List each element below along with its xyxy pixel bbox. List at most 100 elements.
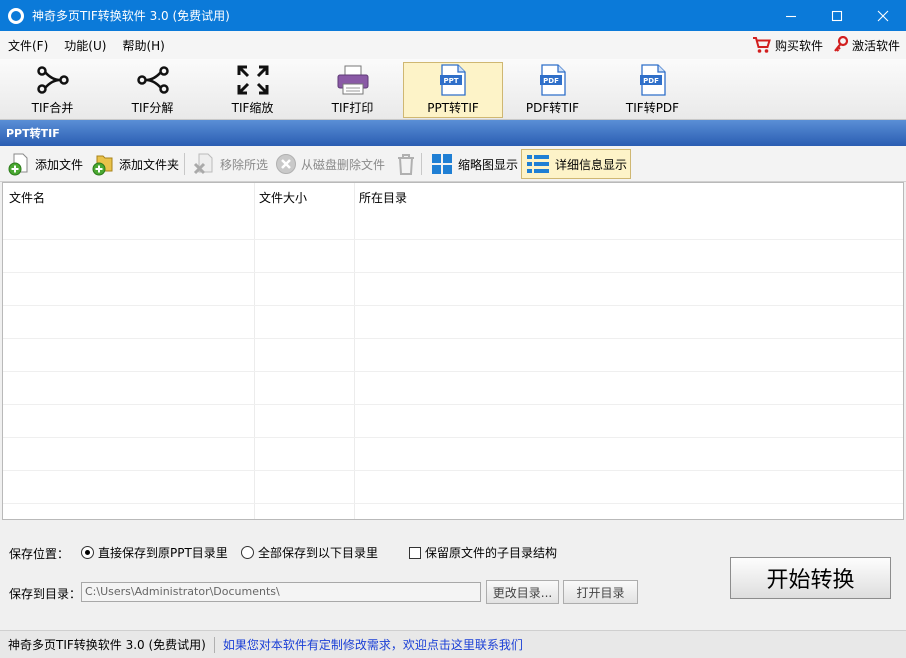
radio-save-original-label: 直接保存到原PPT目录里 — [98, 546, 228, 560]
radio-save-original[interactable]: 直接保存到原PPT目录里 — [81, 544, 228, 561]
section-title: PPT转TIF — [6, 127, 60, 140]
tool-tif-split[interactable]: TIF分解 — [103, 63, 202, 118]
pdf-file-icon: PDF — [539, 64, 566, 96]
keep-structure-checkbox[interactable]: 保留原文件的子目录结构 — [409, 544, 557, 561]
list-row — [3, 339, 903, 372]
delete-from-disk-label: 从磁盘删除文件 — [301, 157, 386, 172]
keep-structure-label: 保留原文件的子目录结构 — [425, 546, 558, 560]
menu-help[interactable]: 帮助(H) — [114, 37, 172, 54]
list-row — [3, 240, 903, 273]
detail-view-label: 详细信息显示 — [555, 157, 628, 172]
main-toolbar: TIF合并 TIF分解 TIF缩放 TIF打印 PPT PPT转TIF PDF … — [0, 59, 906, 120]
tool-label: TIF合并 — [31, 101, 74, 115]
split-icon — [136, 66, 169, 94]
change-dir-button[interactable]: 更改目录... — [486, 580, 559, 604]
checkbox-unchecked-icon — [409, 546, 421, 559]
add-folder-button[interactable]: 添加文件夹 — [88, 150, 182, 178]
add-file-label: 添加文件 — [35, 157, 84, 172]
list-row — [3, 372, 903, 405]
title-bar: 神奇多页TIF转换软件 3.0 (免费试用) — [0, 0, 906, 31]
pdf-file-icon: PDF — [639, 64, 666, 96]
list-row — [3, 405, 903, 438]
add-folder-icon — [92, 155, 113, 176]
start-convert-button[interactable]: 开始转换 — [730, 557, 891, 599]
pdf-badge: PDF — [543, 77, 559, 85]
section-header: PPT转TIF — [0, 120, 906, 146]
menu-function[interactable]: 功能(U) — [56, 37, 114, 54]
tool-label: TIF转PDF — [625, 101, 680, 115]
remove-selected-label: 移除所选 — [220, 157, 269, 172]
tool-pdf-to-tif[interactable]: PDF PDF转TIF — [503, 63, 602, 118]
trash-icon — [398, 154, 414, 175]
merge-icon — [36, 66, 69, 94]
app-icon — [8, 7, 24, 24]
save-dir-input[interactable]: C:\Users\Administrator\Documents\ — [81, 582, 481, 602]
status-separator — [213, 636, 215, 653]
tool-label: TIF打印 — [331, 101, 374, 115]
radio-save-all-label: 全部保存到以下目录里 — [258, 546, 379, 560]
key-icon — [834, 36, 849, 52]
ppt-file-icon: PPT — [440, 64, 466, 96]
delete-from-disk-button[interactable]: 从磁盘删除文件 — [272, 150, 388, 178]
maximize-icon — [831, 10, 843, 21]
remove-file-icon — [193, 153, 213, 175]
tool-tif-print[interactable]: TIF打印 — [303, 63, 402, 118]
save-dir-label: 保存到目录： — [9, 587, 82, 601]
menu-bar: 文件(F) 功能(U) 帮助(H) 购买软件 激活软件 — [0, 31, 906, 59]
thumbnail-view-button[interactable]: 缩略图显示 — [427, 150, 521, 178]
buy-software-link[interactable]: 购买软件 — [752, 36, 823, 54]
buy-software-label: 购买软件 — [774, 38, 823, 53]
radio-save-all[interactable]: 全部保存到以下目录里 — [241, 544, 378, 561]
tool-label: PDF转TIF — [525, 101, 580, 115]
status-app-name: 神奇多页TIF转换软件 3.0 (免费试用) — [8, 638, 206, 652]
maximize-button[interactable] — [814, 0, 860, 31]
pdf-badge: PDF — [643, 77, 659, 85]
column-header-directory[interactable]: 所在目录 — [359, 189, 407, 206]
file-list[interactable]: 文件名 文件大小 所在目录 — [2, 182, 904, 520]
open-dir-button[interactable]: 打开目录 — [563, 580, 638, 604]
list-row — [3, 207, 903, 240]
close-icon — [877, 10, 889, 21]
save-options-panel: 保存位置： 直接保存到原PPT目录里 全部保存到以下目录里 保留原文件的子目录结… — [0, 520, 906, 630]
tool-label: TIF缩放 — [231, 101, 274, 115]
close-button[interactable] — [860, 0, 906, 31]
menu-file[interactable]: 文件(F) — [0, 37, 56, 54]
remove-selected-button[interactable]: 移除所选 — [189, 150, 271, 178]
radio-checked-icon — [81, 546, 94, 559]
tool-tif-to-pdf[interactable]: PDF TIF转PDF — [603, 63, 702, 118]
tool-tif-resize[interactable]: TIF缩放 — [203, 63, 302, 118]
save-location-label: 保存位置： — [9, 547, 70, 561]
activate-software-label: 激活软件 — [851, 38, 900, 53]
tool-tif-merge[interactable]: TIF合并 — [3, 63, 102, 118]
toolbar-separator — [421, 153, 422, 175]
thumbnail-view-label: 缩略图显示 — [458, 157, 519, 172]
tool-label: PPT转TIF — [427, 101, 479, 115]
minimize-icon — [786, 15, 796, 17]
trash-button[interactable] — [391, 150, 421, 178]
delete-circle-icon — [276, 154, 296, 174]
detail-view-button[interactable]: 详细信息显示 — [521, 149, 632, 179]
tool-ppt-to-tif[interactable]: PPT PPT转TIF — [403, 62, 503, 118]
list-row — [3, 306, 903, 339]
printer-icon — [337, 65, 368, 95]
ppt-badge: PPT — [443, 77, 458, 85]
column-header-filename[interactable]: 文件名 — [9, 189, 45, 206]
add-file-icon — [8, 153, 28, 176]
list-row — [3, 273, 903, 306]
activate-software-link[interactable]: 激活软件 — [833, 36, 900, 54]
list-view-icon — [527, 155, 549, 173]
grid-view-icon — [432, 154, 452, 174]
minimize-button[interactable] — [768, 0, 814, 31]
tool-label: TIF分解 — [131, 101, 174, 115]
list-row — [3, 471, 903, 504]
add-folder-label: 添加文件夹 — [119, 157, 180, 172]
status-bar: 神奇多页TIF转换软件 3.0 (免费试用) 如果您对本软件有定制修改需求，欢迎… — [0, 630, 906, 658]
list-row — [3, 438, 903, 471]
file-toolbar: 添加文件 添加文件夹 移除所选 从磁盘删除文件 缩略图显示 详细信息显示 — [0, 146, 906, 182]
add-file-button[interactable]: 添加文件 — [4, 150, 86, 178]
radio-unchecked-icon — [241, 546, 254, 559]
column-header-filesize[interactable]: 文件大小 — [259, 189, 307, 206]
window-title: 神奇多页TIF转换软件 3.0 (免费试用) — [32, 9, 230, 23]
resize-icon — [237, 65, 268, 95]
contact-link[interactable]: 如果您对本软件有定制修改需求，欢迎点击这里联系我们 — [223, 636, 523, 653]
